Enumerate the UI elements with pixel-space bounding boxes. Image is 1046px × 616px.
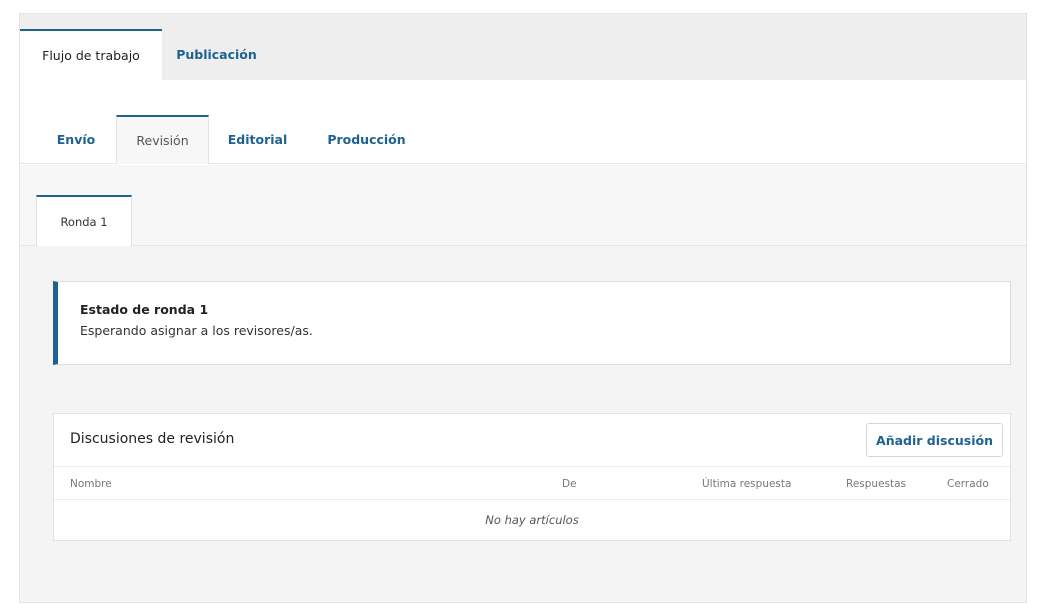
column-from: De xyxy=(562,478,577,490)
round-tab-bar: Ronda 1 xyxy=(20,165,1026,247)
stage-tab-bar: Envío Revisión Editorial Producción xyxy=(20,80,1026,164)
top-tab-bar: Flujo de trabajo Publicación xyxy=(20,14,1026,80)
discussions-title: Discusiones de revisión xyxy=(70,431,235,447)
tab-publication[interactable]: Publicación xyxy=(162,29,271,80)
tab-review[interactable]: Revisión xyxy=(116,115,209,164)
empty-list-message: No hay artículos xyxy=(485,513,579,527)
submission-workflow-panel: Flujo de trabajo Publicación Envío Revis… xyxy=(19,13,1027,603)
round-status-notice: Estado de ronda 1 Esperando asignar a lo… xyxy=(53,281,1011,365)
tab-submission[interactable]: Envío xyxy=(36,115,116,164)
column-last-reply: Última respuesta xyxy=(702,478,792,490)
column-name: Nombre xyxy=(70,478,112,490)
tab-production[interactable]: Producción xyxy=(306,115,427,164)
tab-editorial[interactable]: Editorial xyxy=(209,115,306,164)
round-status-title: Estado de ronda 1 xyxy=(80,302,209,317)
review-discussions-grid: Discusiones de revisión Añadir discusión… xyxy=(53,413,1011,541)
add-discussion-button[interactable]: Añadir discusión xyxy=(866,423,1003,457)
tab-round-1[interactable]: Ronda 1 xyxy=(36,195,132,247)
discussions-column-headers: Nombre De Última respuesta Respuestas Ce… xyxy=(54,466,1010,500)
column-replies: Respuestas xyxy=(846,478,907,490)
tab-workflow[interactable]: Flujo de trabajo xyxy=(20,29,162,80)
column-closed: Cerrado xyxy=(947,478,989,490)
round-status-text: Esperando asignar a los revisores/as. xyxy=(80,323,313,338)
discussions-header: Discusiones de revisión Añadir discusión xyxy=(54,414,1010,466)
review-round-content: Estado de ronda 1 Esperando asignar a lo… xyxy=(20,246,1026,602)
